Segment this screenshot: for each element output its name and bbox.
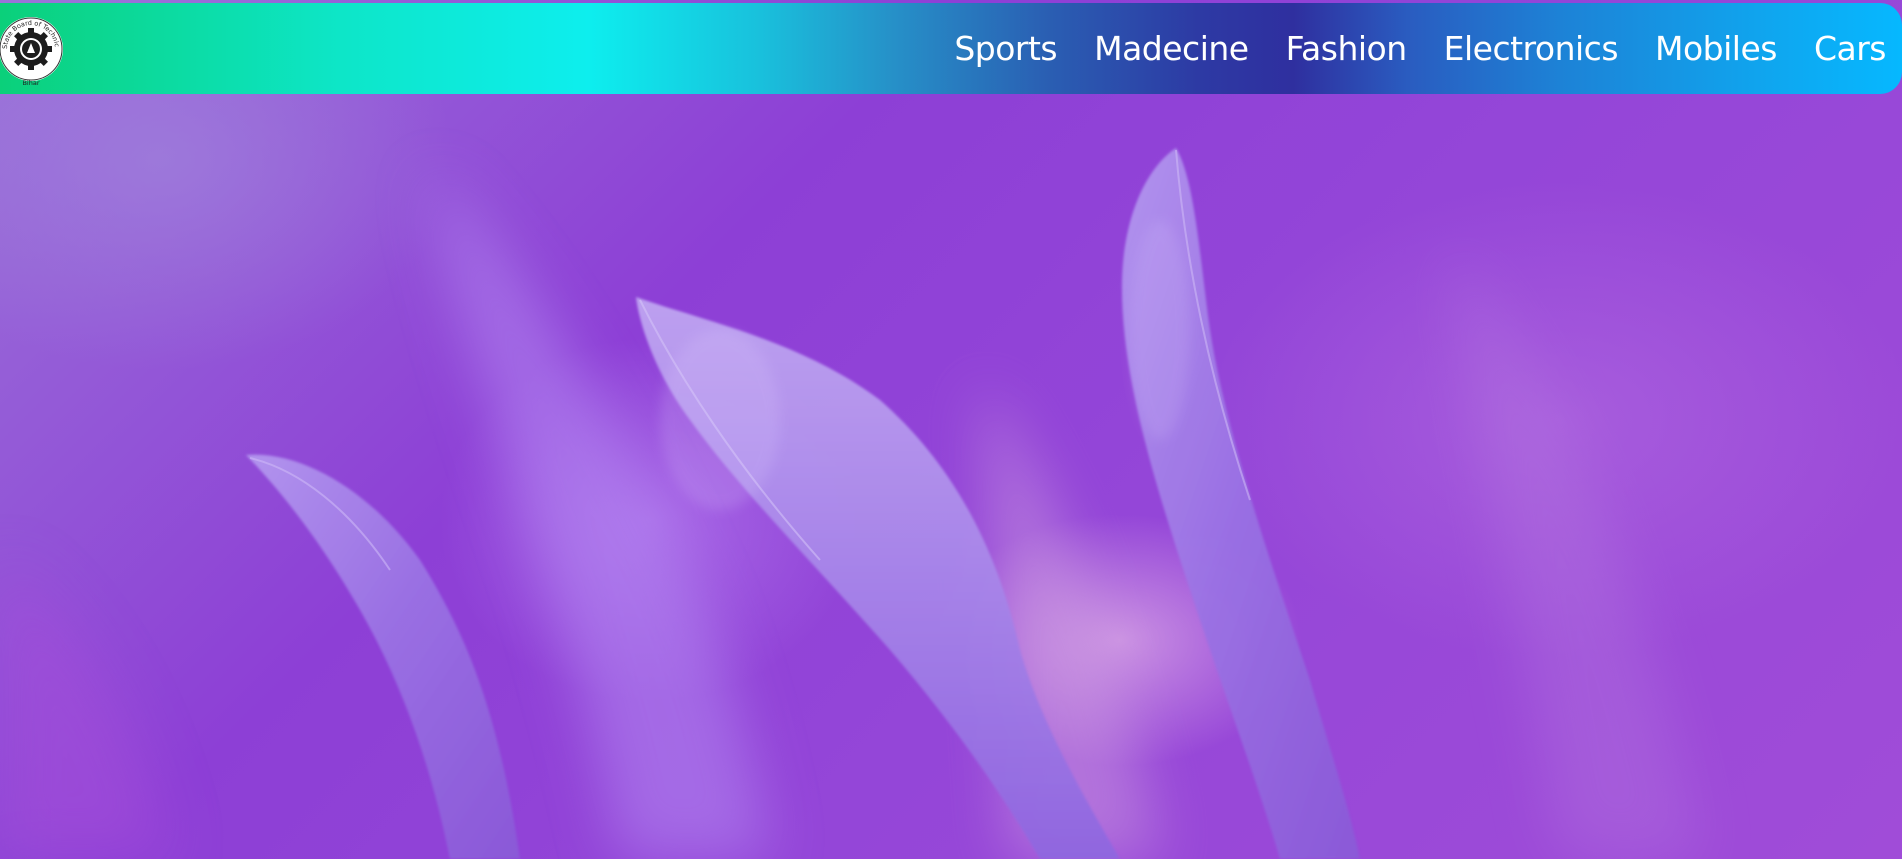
top-navbar: State Board of Technical Education [0,3,1902,94]
board-logo[interactable]: State Board of Technical Education [0,3,65,89]
nav-links: Sports Madecine Fashion Electronics Mobi… [917,3,1886,94]
purple-petals-illustration [0,148,1700,859]
hero-banner-image [0,0,1902,859]
nav-link-madecine[interactable]: Madecine [1094,29,1249,68]
nav-link-electronics[interactable]: Electronics [1444,29,1619,68]
nav-link-sports[interactable]: Sports [954,29,1057,68]
page: State Board of Technical Education [0,0,1902,859]
nav-link-fashion[interactable]: Fashion [1286,29,1408,68]
gear-emblem-icon: State Board of Technical Education [0,3,63,87]
nav-link-mobiles[interactable]: Mobiles [1655,29,1777,68]
nav-link-cars[interactable]: Cars [1814,29,1887,68]
logo-bottom-text: Bihar [22,79,39,87]
